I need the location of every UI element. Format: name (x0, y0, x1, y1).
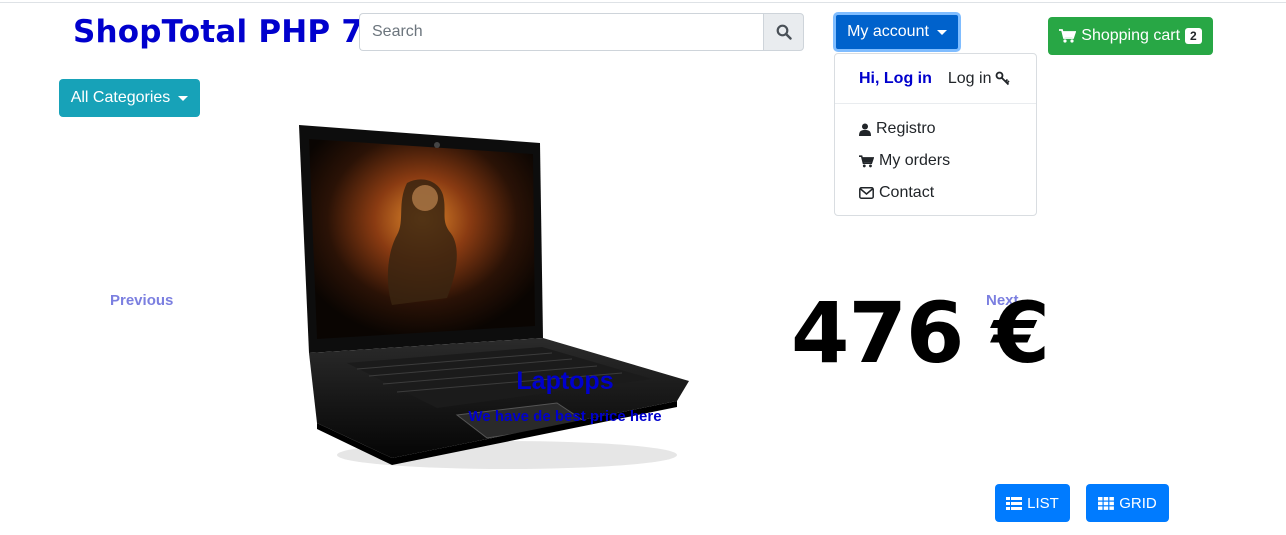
all-categories-button[interactable]: All Categories (59, 79, 200, 117)
site-logo[interactable]: ShopTotal PHP 7 (73, 14, 363, 50)
login-label: Log in (947, 69, 992, 87)
product-carousel: Previous Next 476 € Laptops We have de b… (0, 117, 1286, 477)
list-icon (1006, 496, 1023, 510)
all-categories-label: All Categories (70, 89, 171, 106)
dropdown-header: Hi, Log in Log in (835, 54, 1036, 103)
grid-view-label: GRID (1119, 494, 1157, 512)
search-button[interactable] (763, 13, 804, 51)
caret-down-icon (178, 95, 189, 101)
caret-down-icon (936, 29, 947, 35)
key-icon (996, 71, 1011, 86)
shopping-cart-button[interactable]: Shopping cart 2 (1048, 17, 1213, 55)
search-input[interactable] (359, 13, 763, 51)
search-bar (359, 13, 804, 51)
top-border (0, 2, 1286, 3)
cart-count-badge: 2 (1185, 28, 1202, 44)
shopping-cart-label: Shopping cart (1081, 27, 1181, 44)
greeting-text[interactable]: Hi, Log in (859, 70, 932, 88)
product-price: 476 € (791, 284, 1050, 382)
grid-view-button[interactable]: GRID (1086, 484, 1169, 522)
list-view-button[interactable]: LIST (995, 484, 1070, 522)
login-link[interactable]: Log in (948, 70, 1011, 88)
carousel-previous-link[interactable]: Previous (110, 292, 173, 309)
carousel-caption-title: Laptops (516, 367, 614, 395)
grid-icon (1098, 496, 1115, 510)
my-account-label: My account (847, 23, 929, 40)
my-account-button[interactable]: My account (833, 12, 961, 52)
list-view-label: LIST (1027, 494, 1059, 512)
carousel-caption-subtitle: We have de best price here (468, 408, 662, 425)
cart-icon (1059, 29, 1077, 43)
search-icon (776, 24, 792, 40)
